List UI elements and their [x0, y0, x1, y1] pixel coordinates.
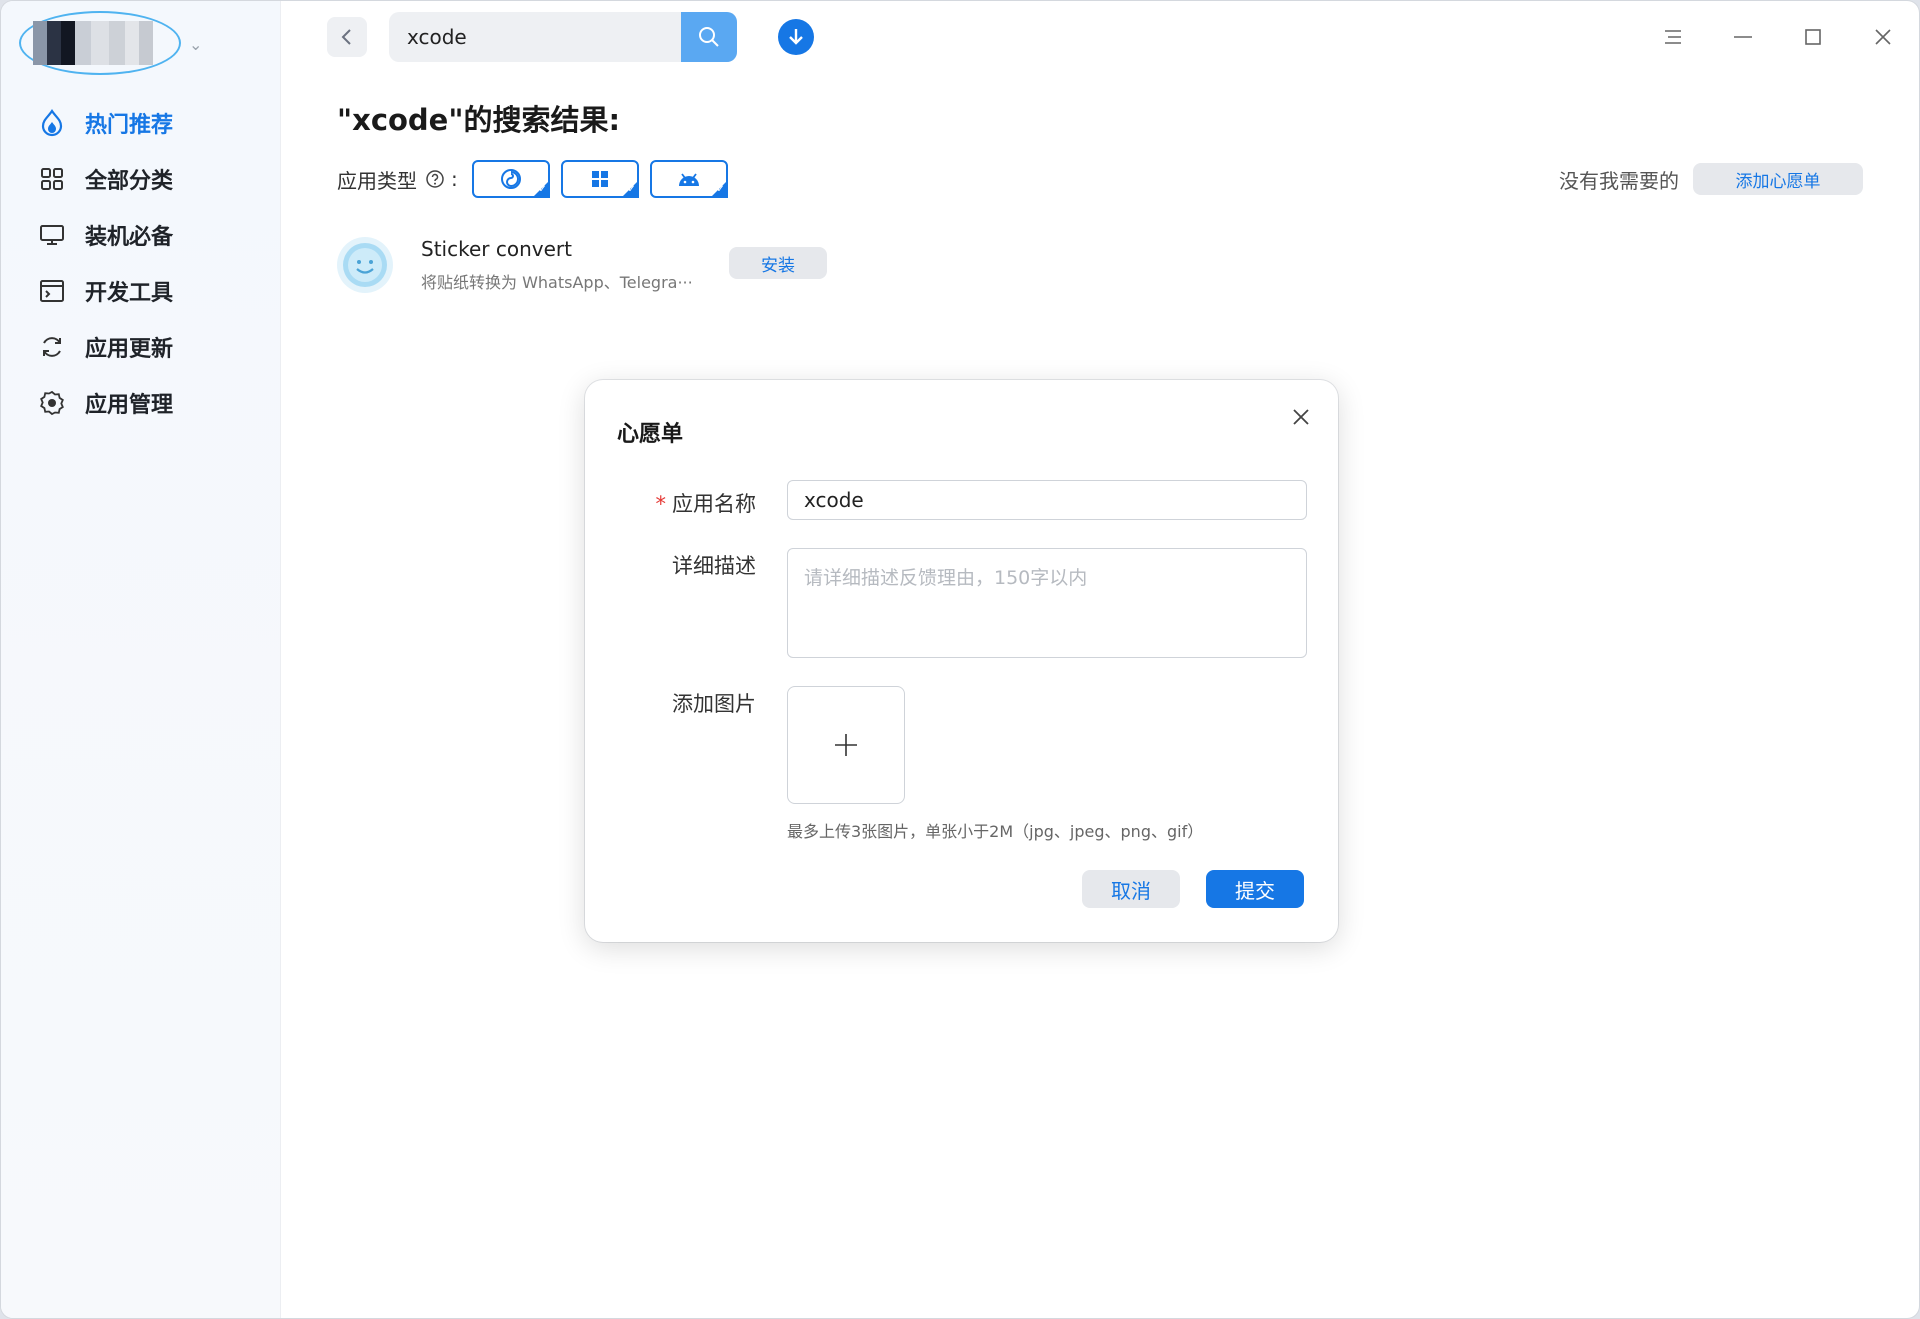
chevron-down-icon[interactable]: ⌄	[189, 35, 202, 54]
deepin-logo-icon	[500, 169, 521, 189]
monitor-icon	[37, 220, 67, 250]
filter-colon: :	[451, 167, 458, 191]
topbar	[281, 1, 1919, 73]
check-icon: ✓	[716, 184, 725, 195]
sidebar-nav: 热门推荐 全部分类 装机必备 开发工具 应用更新 应用管理	[1, 95, 281, 431]
app-name: Sticker convert	[421, 237, 572, 261]
app-name-label: * 应用名称	[656, 488, 757, 518]
sidebar-item-label: 全部分类	[85, 169, 174, 194]
app-name-field[interactable]	[787, 480, 1307, 520]
download-button[interactable]	[778, 19, 814, 55]
terminal-icon	[37, 276, 67, 306]
dialog-title: 心愿单	[617, 422, 684, 447]
add-image-label: 添加图片	[672, 692, 756, 716]
cancel-button[interactable]: 取消	[1082, 870, 1180, 908]
sidebar-item-updates[interactable]: 应用更新	[1, 319, 281, 375]
chevron-left-icon	[341, 29, 351, 45]
description-label: 详细描述	[672, 554, 756, 578]
sidebar-item-categories[interactable]: 全部分类	[1, 151, 281, 207]
install-button[interactable]: 安装	[729, 247, 827, 279]
sidebar-item-label: 开发工具	[85, 281, 174, 306]
search-box	[389, 12, 737, 62]
list-item[interactable]: Sticker convert 将贴纸转换为 WhatsApp、Telegra·…	[337, 233, 877, 297]
filter-windows-button[interactable]: ✓	[560, 160, 639, 198]
menu-button[interactable]	[1655, 19, 1691, 55]
wishlist-dialog: 心愿单 *应用名称 详细描述 添加图片 最多上传3张图片，单张小于2M（jpg、…	[585, 380, 1338, 942]
plus-icon	[835, 734, 857, 756]
refresh-icon	[37, 332, 67, 362]
submit-button[interactable]: 提交	[1206, 870, 1304, 908]
maximize-icon	[1805, 29, 1821, 45]
avatar[interactable]	[19, 11, 181, 75]
sidebar-item-label: 应用更新	[85, 337, 174, 362]
filter-linux-button[interactable]: ✓	[471, 160, 550, 198]
sidebar-item-label: 热门推荐	[85, 113, 174, 138]
app-name-label-text: 应用名称	[672, 492, 756, 516]
sidebar: ⌄ 热门推荐 全部分类 装机必备 开发工具 应用更新 应用管理	[1, 1, 281, 1318]
search-button[interactable]	[681, 12, 737, 62]
smiley-icon	[343, 243, 387, 287]
android-icon	[678, 173, 699, 186]
check-icon: ✓	[627, 184, 636, 195]
search-input[interactable]	[389, 12, 681, 62]
dialog-close-button[interactable]	[1286, 402, 1316, 432]
filter-android-button[interactable]: ✓	[649, 160, 728, 198]
filter-label: 应用类型	[337, 168, 417, 193]
app-type-filter: 应用类型 : ✓ ✓ ✓	[337, 159, 739, 199]
search-icon	[699, 27, 719, 47]
help-icon[interactable]	[425, 169, 445, 189]
sidebar-item-label: 应用管理	[85, 393, 174, 418]
arrow-down-icon	[789, 29, 803, 45]
maximize-button[interactable]	[1795, 19, 1831, 55]
menu-icon	[1665, 30, 1681, 44]
minimize-button[interactable]	[1725, 19, 1761, 55]
page-title: "xcode"的搜索结果:	[337, 103, 621, 137]
app-description: 将贴纸转换为 WhatsApp、Telegra···	[421, 273, 693, 292]
windows-icon	[591, 171, 608, 187]
close-icon	[1875, 29, 1891, 45]
grid-icon	[37, 164, 67, 194]
sidebar-item-hot[interactable]: 热门推荐	[1, 95, 281, 151]
gear-icon	[37, 388, 67, 418]
sidebar-item-manage[interactable]: 应用管理	[1, 375, 281, 431]
close-button[interactable]	[1865, 19, 1901, 55]
flame-icon	[37, 108, 67, 138]
sidebar-item-essentials[interactable]: 装机必备	[1, 207, 281, 263]
sidebar-item-label: 装机必备	[85, 225, 174, 250]
check-icon: ✓	[538, 184, 547, 195]
minimize-icon	[1734, 36, 1752, 38]
add-wishlist-button[interactable]: 添加心愿单	[1693, 163, 1863, 195]
upload-hint: 最多上传3张图片，单张小于2M（jpg、jpeg、png、gif）	[787, 822, 1204, 841]
app-icon	[337, 237, 393, 293]
avatar-image	[33, 21, 168, 65]
required-mark: *	[655, 492, 667, 516]
description-field[interactable]	[787, 548, 1307, 658]
close-icon	[1293, 409, 1309, 425]
image-upload-button[interactable]	[787, 686, 905, 804]
window-controls	[1621, 19, 1901, 55]
sidebar-item-devtools[interactable]: 开发工具	[1, 263, 281, 319]
app-window: ⌄ 热门推荐 全部分类 装机必备 开发工具 应用更新 应用管理 xcode "x…	[1, 1, 1919, 1318]
wish-prompt: 没有我需要的	[1559, 169, 1679, 193]
back-button[interactable]	[327, 17, 367, 57]
